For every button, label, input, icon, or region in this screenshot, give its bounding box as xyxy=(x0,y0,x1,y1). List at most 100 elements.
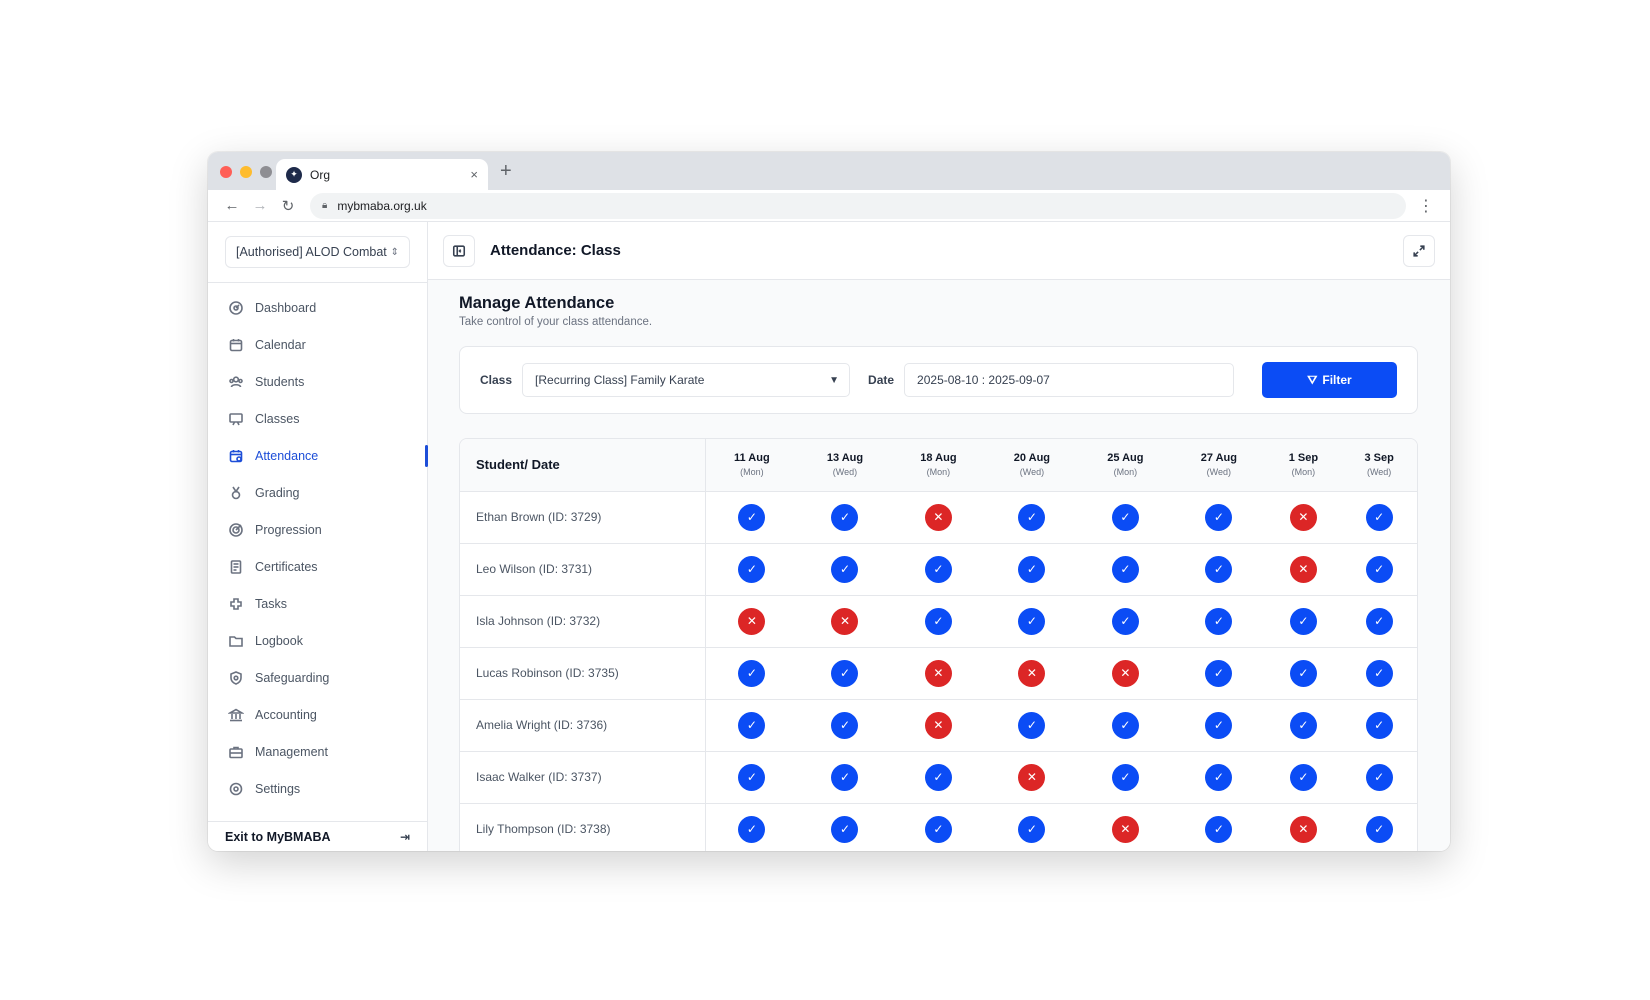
sidebar-item-classes[interactable]: Classes xyxy=(208,400,427,437)
forward-icon[interactable]: → xyxy=(246,197,274,214)
absent-cross-icon[interactable]: ✕ xyxy=(924,711,952,739)
present-check-icon[interactable]: ✓ xyxy=(1205,711,1233,739)
safeguarding-icon xyxy=(227,669,245,687)
present-check-icon[interactable]: ✓ xyxy=(1018,815,1046,843)
absent-cross-icon[interactable]: ✕ xyxy=(1289,503,1317,531)
sidebar-item-label: Tasks xyxy=(255,596,287,611)
sidebar-item-grading[interactable]: Grading xyxy=(208,474,427,511)
sidebar-item-attendance[interactable]: Attendance xyxy=(208,437,428,474)
sidebar-item-calendar[interactable]: Calendar xyxy=(208,326,427,363)
present-check-icon[interactable]: ✓ xyxy=(738,555,766,583)
sidebar-item-label: Dashboard xyxy=(255,300,317,315)
close-window-button[interactable] xyxy=(220,166,232,178)
present-check-icon[interactable]: ✓ xyxy=(738,763,766,791)
present-check-icon[interactable]: ✓ xyxy=(738,503,766,531)
present-check-icon[interactable]: ✓ xyxy=(924,815,952,843)
maximize-window-button[interactable] xyxy=(260,166,272,178)
toggle-sidebar-button[interactable] xyxy=(443,234,475,267)
present-check-icon[interactable]: ✓ xyxy=(1205,607,1233,635)
present-check-icon[interactable]: ✓ xyxy=(1205,659,1233,687)
date-column-header: 20 Aug (Wed) xyxy=(985,439,1079,492)
dashboard-icon xyxy=(227,299,245,317)
present-check-icon[interactable]: ✓ xyxy=(1018,503,1046,531)
present-check-icon[interactable]: ✓ xyxy=(1205,503,1233,531)
sidebar-item-students[interactable]: Students xyxy=(208,363,427,400)
sidebar-item-dashboard[interactable]: Dashboard xyxy=(208,289,427,326)
expand-button[interactable] xyxy=(1403,234,1435,267)
sidebar-item-management[interactable]: Management xyxy=(208,733,427,770)
attendance-cell: ✓ xyxy=(1172,803,1266,851)
present-check-icon[interactable]: ✓ xyxy=(1365,763,1393,791)
present-check-icon[interactable]: ✓ xyxy=(738,711,766,739)
present-check-icon[interactable]: ✓ xyxy=(1365,555,1393,583)
present-check-icon[interactable]: ✓ xyxy=(831,815,859,843)
present-check-icon[interactable]: ✓ xyxy=(738,815,766,843)
present-check-icon[interactable]: ✓ xyxy=(1365,659,1393,687)
reload-icon[interactable]: ↻ xyxy=(274,197,302,215)
back-icon[interactable]: ← xyxy=(218,197,246,214)
present-check-icon[interactable]: ✓ xyxy=(1365,503,1393,531)
present-check-icon[interactable]: ✓ xyxy=(1205,815,1233,843)
absent-cross-icon[interactable]: ✕ xyxy=(1289,555,1317,583)
present-check-icon[interactable]: ✓ xyxy=(1111,503,1139,531)
present-check-icon[interactable]: ✓ xyxy=(1289,763,1317,791)
present-check-icon[interactable]: ✓ xyxy=(831,555,859,583)
close-tab-icon[interactable]: × xyxy=(470,167,478,182)
present-check-icon[interactable]: ✓ xyxy=(1365,815,1393,843)
present-check-icon[interactable]: ✓ xyxy=(924,555,952,583)
sidebar-item-progression[interactable]: Progression xyxy=(208,511,427,548)
minimize-window-button[interactable] xyxy=(240,166,252,178)
attendance-cell: ✕ xyxy=(891,647,986,700)
absent-cross-icon[interactable]: ✕ xyxy=(831,607,859,635)
present-check-icon[interactable]: ✓ xyxy=(1289,659,1317,687)
absent-cross-icon[interactable]: ✕ xyxy=(1111,659,1139,687)
present-check-icon[interactable]: ✓ xyxy=(1289,607,1317,635)
organisation-select[interactable]: [Authorised] ALOD Combat ⇕ xyxy=(225,236,410,268)
present-check-icon[interactable]: ✓ xyxy=(1205,763,1233,791)
present-check-icon[interactable]: ✓ xyxy=(831,659,859,687)
sidebar-item-label: Settings xyxy=(255,781,301,796)
attendance-cell: ✓ xyxy=(798,803,892,851)
present-check-icon[interactable]: ✓ xyxy=(1018,607,1046,635)
class-label: Class xyxy=(480,373,513,387)
present-check-icon[interactable]: ✓ xyxy=(1111,607,1139,635)
absent-cross-icon[interactable]: ✕ xyxy=(924,503,952,531)
present-check-icon[interactable]: ✓ xyxy=(831,503,859,531)
present-check-icon[interactable]: ✓ xyxy=(1205,555,1233,583)
present-check-icon[interactable]: ✓ xyxy=(831,711,859,739)
browser-menu-icon[interactable]: ⋮ xyxy=(1412,196,1440,216)
absent-cross-icon[interactable]: ✕ xyxy=(924,659,952,687)
sidebar-item-settings[interactable]: Settings xyxy=(208,770,427,807)
present-check-icon[interactable]: ✓ xyxy=(924,763,952,791)
present-check-icon[interactable]: ✓ xyxy=(831,763,859,791)
present-check-icon[interactable]: ✓ xyxy=(1018,711,1046,739)
present-check-icon[interactable]: ✓ xyxy=(1018,555,1046,583)
absent-cross-icon[interactable]: ✕ xyxy=(1111,815,1139,843)
present-check-icon[interactable]: ✓ xyxy=(738,659,766,687)
present-check-icon[interactable]: ✓ xyxy=(1289,711,1317,739)
class-select[interactable]: [Recurring Class] Family Karate ▼ xyxy=(522,363,851,397)
sidebar-item-safeguarding[interactable]: Safeguarding xyxy=(208,659,427,696)
absent-cross-icon[interactable]: ✕ xyxy=(1018,659,1046,687)
present-check-icon[interactable]: ✓ xyxy=(1365,607,1393,635)
attendance-cell: ✓ xyxy=(1078,491,1173,544)
new-tab-button[interactable]: + xyxy=(500,161,512,181)
absent-cross-icon[interactable]: ✕ xyxy=(738,607,766,635)
present-check-icon[interactable]: ✓ xyxy=(924,607,952,635)
sidebar-item-logbook[interactable]: Logbook xyxy=(208,622,427,659)
sidebar-item-tasks[interactable]: Tasks xyxy=(208,585,427,622)
sidebar-item-certificates[interactable]: Certificates xyxy=(208,548,427,585)
present-check-icon[interactable]: ✓ xyxy=(1111,763,1139,791)
absent-cross-icon[interactable]: ✕ xyxy=(1018,763,1046,791)
absent-cross-icon[interactable]: ✕ xyxy=(1289,815,1317,843)
sidebar-item-accounting[interactable]: Accounting xyxy=(208,696,427,733)
present-check-icon[interactable]: ✓ xyxy=(1111,555,1139,583)
present-check-icon[interactable]: ✓ xyxy=(1111,711,1139,739)
filter-button[interactable]: ⛛ Filter xyxy=(1262,362,1397,398)
browser-tab[interactable]: ✦ Org × xyxy=(276,159,488,190)
date-range-input[interactable]: 2025-08-10 : 2025-09-07 xyxy=(904,363,1235,397)
url-field[interactable]: 🔒︎ mybmaba.org.uk xyxy=(310,192,1406,219)
weekday-label: (Mon) xyxy=(1113,467,1138,478)
present-check-icon[interactable]: ✓ xyxy=(1365,711,1393,739)
exit-button[interactable]: Exit to MyBMABA ⇥ xyxy=(208,821,427,851)
